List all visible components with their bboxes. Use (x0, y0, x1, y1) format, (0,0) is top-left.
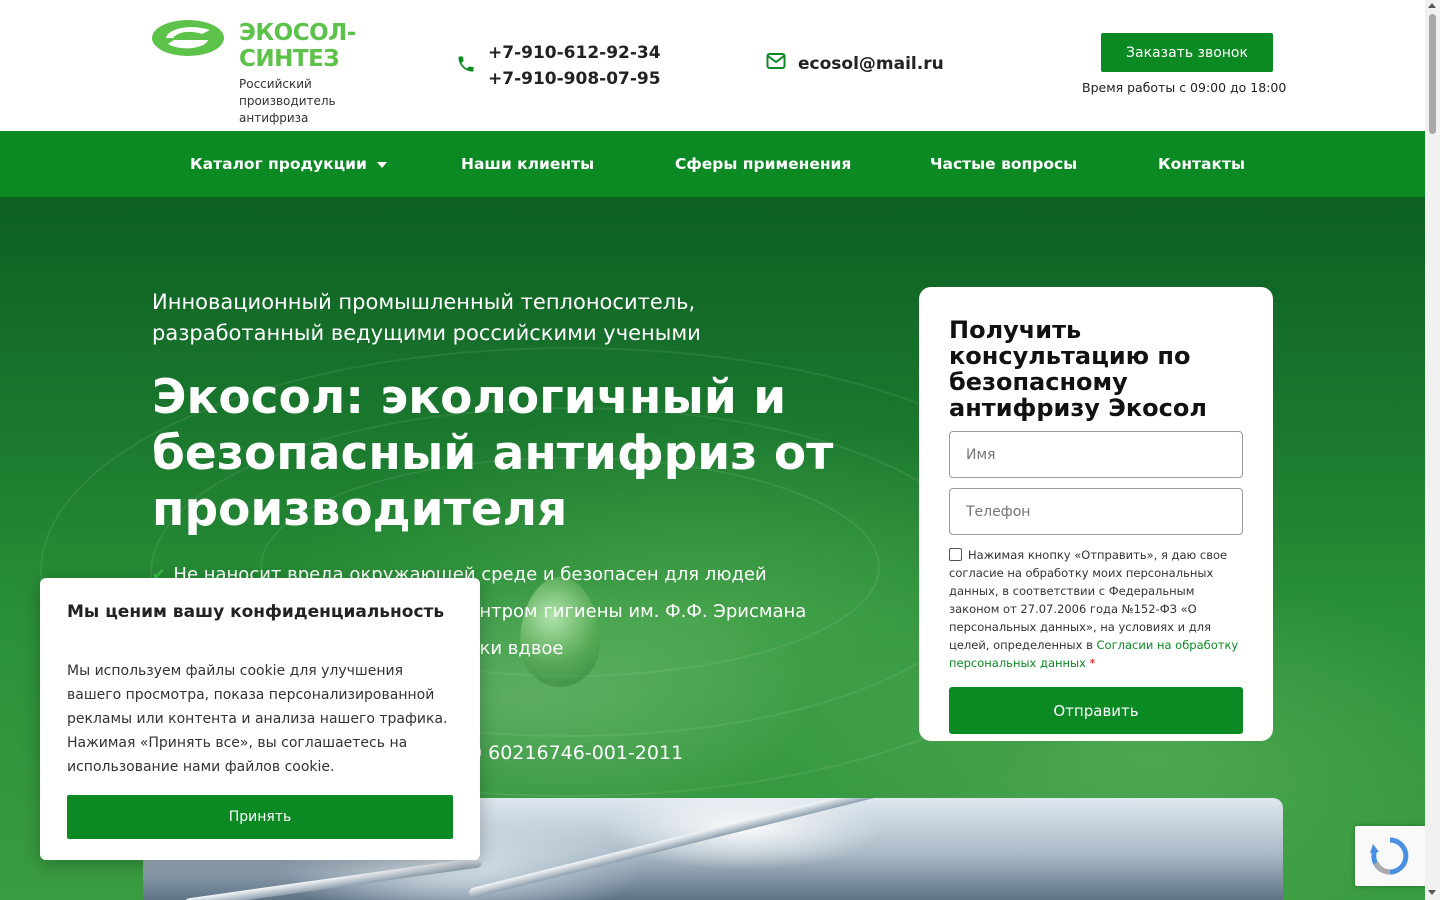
brand-name-line2: СИНТЕЗ (239, 46, 340, 72)
consent-text: Нажимая кнопку «Отправить», я даю свое с… (949, 548, 1228, 652)
cookie-title: Мы ценим вашу конфиденциальность (67, 602, 445, 622)
nav-item-label: Каталог продукции (190, 155, 367, 173)
cookie-banner: Мы ценим вашу конфиденциальность Мы испо… (40, 578, 480, 860)
brand-name-line1: ЭКОСОЛ- (239, 20, 356, 46)
scrollbar-thumb[interactable] (1429, 14, 1436, 134)
scroll-down-arrow-icon[interactable] (1428, 890, 1436, 895)
phone-input[interactable] (949, 488, 1243, 535)
brand-tagline: Российский производитель антифриза (239, 77, 336, 125)
form-title: Получить консультацию по безопасному ант… (949, 316, 1207, 422)
certificate-number: 0 60216746-001-2011 (470, 742, 684, 764)
consent-block: Нажимая кнопку «Отправить», я даю свое с… (949, 546, 1245, 672)
recaptcha-icon (1370, 837, 1409, 875)
phone-block: +7-910-612-92-34 +7-910-908-07-95 (456, 40, 661, 92)
working-hours: Время работы с 09:00 до 18:00 (1082, 80, 1287, 95)
logo-icon (152, 20, 224, 56)
hero-subtitle: Инновационный промышленный теплоноситель… (152, 290, 701, 345)
envelope-icon (766, 52, 786, 75)
logo[interactable]: ЭКОСОЛ- СИНТЕЗ Российский производитель … (152, 20, 404, 127)
scroll-up-arrow-icon[interactable] (1428, 3, 1436, 8)
phone-icon (456, 54, 476, 78)
frosted-branch (183, 857, 483, 900)
hero-title: Экосол: экологичный и безопасный антифри… (152, 370, 834, 537)
chevron-down-icon (376, 161, 387, 168)
consultation-form: Получить консультацию по безопасному ант… (919, 287, 1273, 741)
order-call-button[interactable]: Заказать звонок (1101, 33, 1273, 72)
nav-item-catalog[interactable]: Каталог продукции (190, 131, 387, 197)
required-mark: * (1089, 656, 1096, 670)
site-header: ЭКОСОЛ- СИНТЕЗ Российский производитель … (0, 0, 1425, 131)
email-block: ecosol@mail.ru (754, 52, 944, 75)
name-input[interactable] (949, 431, 1243, 478)
main-nav: Каталог продукции Наши клиенты Сферы при… (0, 131, 1425, 197)
nav-item-faq[interactable]: Частые вопросы (930, 131, 1077, 197)
submit-button[interactable]: Отправить (949, 687, 1243, 734)
nav-item-applications[interactable]: Сферы применения (675, 131, 851, 197)
nav-item-clients[interactable]: Наши клиенты (461, 131, 594, 197)
page-scrollbar[interactable] (1425, 0, 1440, 900)
email-link[interactable]: ecosol@mail.ru (798, 54, 944, 74)
consent-checkbox[interactable] (949, 548, 962, 561)
nav-item-contacts[interactable]: Контакты (1158, 131, 1245, 197)
phone-link-1[interactable]: +7-910-612-92-34 (488, 40, 661, 66)
recaptcha-badge[interactable] (1355, 826, 1425, 886)
frosted-branch (468, 798, 878, 899)
cookie-text: Мы используем файлы cookie для улучшения… (67, 663, 448, 775)
accept-cookies-button[interactable]: Принять (67, 795, 453, 839)
phone-link-2[interactable]: +7-910-908-07-95 (488, 66, 661, 92)
